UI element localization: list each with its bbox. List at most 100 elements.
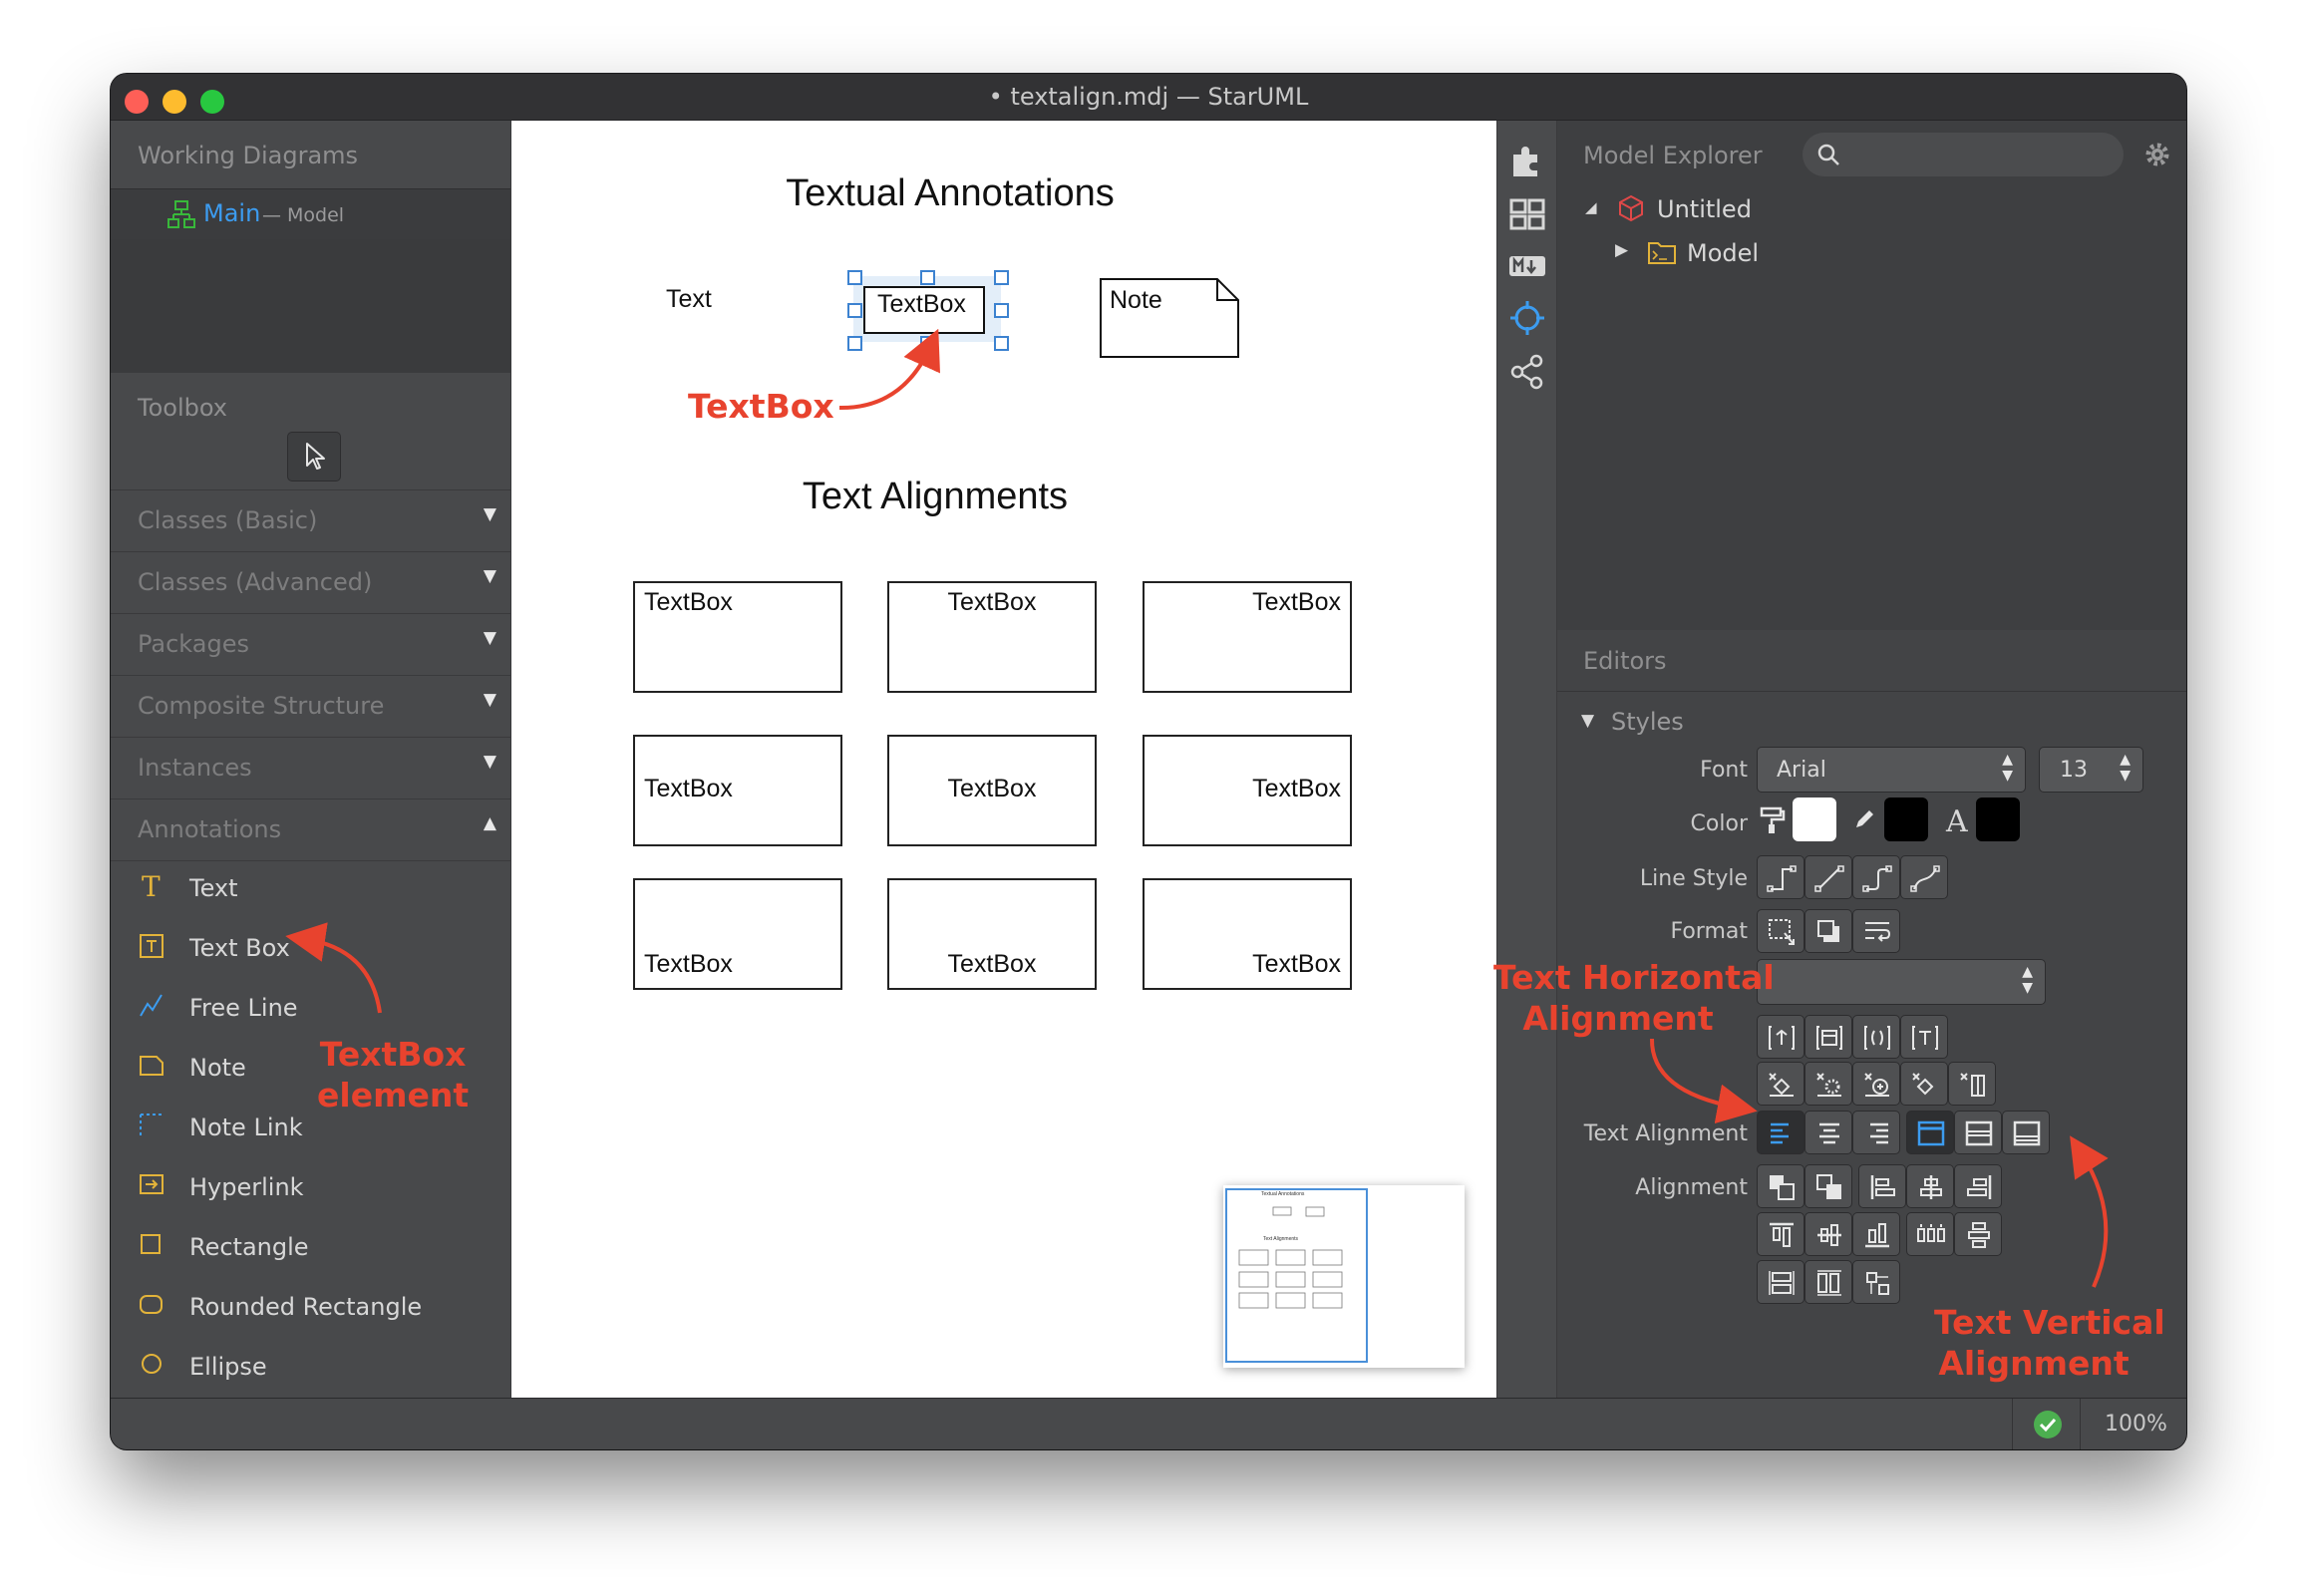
stereotype-label-button[interactable] — [1805, 1015, 1852, 1059]
zoom-level[interactable]: 100% — [2105, 1412, 2167, 1436]
category-label: Classes (Basic) — [138, 506, 318, 534]
set-size-equally-button[interactable] — [1852, 1260, 1900, 1304]
align-middle-vertical-button[interactable] — [1805, 1212, 1852, 1256]
space-equally-horizontal-button[interactable] — [1906, 1212, 1954, 1256]
suppress-operations-button[interactable] — [1805, 1062, 1852, 1106]
font-size-stepper[interactable]: 13 ▲ ▼ — [2039, 747, 2143, 793]
set-width-equally-icon — [1769, 1271, 1795, 1295]
text-align-right-button[interactable] — [1852, 1111, 1900, 1154]
callout-textbox: TextBox — [688, 387, 834, 426]
selection-handle[interactable] — [847, 303, 862, 318]
pointer-tool[interactable] — [287, 432, 341, 481]
toolbox-category-classes-advanced[interactable]: Classes (Advanced) ▼ — [111, 551, 510, 613]
toolbox-category-composite-structure[interactable]: Composite Structure ▼ — [111, 675, 510, 737]
pen-icon — [1856, 810, 1873, 827]
suppress-receptions-button[interactable] — [1852, 1062, 1900, 1106]
textbox-top-center[interactable]: TextBox — [887, 581, 1097, 693]
extensions-icon[interactable] — [1507, 141, 1547, 180]
bring-to-front-button[interactable] — [1757, 1164, 1805, 1208]
selection-handle[interactable] — [994, 270, 1009, 285]
suppress-operations-icon — [1816, 1073, 1841, 1097]
crosshair-icon[interactable] — [1507, 298, 1547, 338]
text-align-left-button[interactable] — [1757, 1111, 1805, 1154]
tree-item-model[interactable]: ▶ Model — [1615, 236, 2014, 272]
font-family-select[interactable]: Arial ▲ ▼ — [1757, 747, 2026, 793]
project-icon — [1619, 194, 1643, 222]
text-align-center-button[interactable] — [1805, 1111, 1852, 1154]
line-style-rounded-button[interactable] — [1852, 855, 1900, 899]
align-right-edges-button[interactable] — [1954, 1164, 2002, 1208]
shadow-button[interactable] — [1805, 909, 1852, 953]
send-to-back-button[interactable] — [1805, 1164, 1852, 1208]
line-style-rectilinear-button[interactable] — [1757, 855, 1805, 899]
diagram-heading-alignments[interactable]: Text Alignments — [511, 476, 1359, 518]
markdown-icon[interactable] — [1507, 246, 1547, 286]
align-center-horizontal-button[interactable] — [1906, 1164, 1954, 1208]
align-bottom-edges-button[interactable] — [1852, 1212, 1900, 1256]
selection-handle[interactable] — [920, 336, 935, 351]
space-equally-vertical-button[interactable] — [1954, 1212, 2002, 1256]
textbox-bottom-center[interactable]: TextBox — [887, 878, 1097, 990]
toolbox-header: Toolbox — [138, 394, 227, 422]
stereotype-decoration-button[interactable] — [1852, 1015, 1900, 1059]
toolbox-category-annotations[interactable]: Annotations ▲ — [111, 798, 510, 861]
gear-icon[interactable] — [2143, 141, 2171, 168]
suppress-literals-button[interactable] — [1900, 1062, 1948, 1106]
stereotype-icon-button[interactable] — [1900, 1015, 1948, 1059]
set-height-equally-button[interactable] — [1805, 1260, 1852, 1304]
set-width-equally-button[interactable] — [1757, 1260, 1805, 1304]
toolbox-category-packages[interactable]: Packages ▼ — [111, 613, 510, 675]
align-left-edges-button[interactable] — [1858, 1164, 1906, 1208]
layout-icon[interactable] — [1507, 194, 1547, 234]
chevron-down-icon: ▼ — [483, 504, 496, 524]
fill-color-swatch[interactable] — [1793, 798, 1836, 841]
line-color-swatch[interactable] — [1884, 798, 1928, 841]
selected-textbox-element[interactable]: TextBox — [847, 270, 1009, 351]
validation-ok-icon[interactable] — [2033, 1410, 2063, 1439]
share-icon[interactable] — [1507, 352, 1547, 392]
textbox-bottom-right[interactable]: TextBox — [1143, 878, 1352, 990]
text-align-top-button[interactable] — [1906, 1111, 1954, 1154]
format-select[interactable]: ▲ ▼ — [1757, 959, 2046, 1005]
suppress-attributes-button[interactable] — [1757, 1062, 1805, 1106]
collapsed-triangle-icon[interactable]: ▶ — [1615, 240, 1628, 260]
selection-handle[interactable] — [994, 303, 1009, 318]
line-style-curve-button[interactable] — [1900, 855, 1948, 899]
align-top-edges-button[interactable] — [1757, 1212, 1805, 1256]
diagram-canvas[interactable]: Textual Annotations Text TextBox Note Te… — [511, 121, 1496, 1398]
select-arrows-icon: ▲ ▼ — [2022, 964, 2033, 996]
working-diagrams-header: Working Diagrams — [138, 142, 359, 169]
textbox-label: TextBox — [1252, 775, 1341, 802]
textbox-middle-right[interactable]: TextBox — [1143, 735, 1352, 846]
word-wrap-button[interactable] — [1852, 909, 1900, 953]
selection-handle[interactable] — [847, 270, 862, 285]
show-compartment-button[interactable] — [1948, 1062, 1996, 1106]
diagram-text-element[interactable]: Text — [666, 285, 712, 314]
explorer-search-input[interactable] — [1803, 133, 2124, 176]
expanded-triangle-icon[interactable]: ◢ — [1585, 198, 1597, 216]
text-align-middle-button[interactable] — [1954, 1111, 2002, 1154]
toolbox-category-classes-basic[interactable]: Classes (Basic) ▼ — [111, 489, 510, 551]
selection-handle[interactable] — [847, 336, 862, 351]
selection-handle[interactable] — [994, 336, 1009, 351]
stereotype-none-button[interactable] — [1757, 1015, 1805, 1059]
textbox-middle-left[interactable]: TextBox — [633, 735, 842, 846]
text-align-bottom-button[interactable] — [2002, 1111, 2050, 1154]
textbox-middle-center[interactable]: TextBox — [887, 735, 1097, 846]
diagram-heading-annotations[interactable]: Textual Annotations — [511, 172, 1389, 215]
working-diagram-item[interactable]: Main — Model — [111, 188, 510, 240]
textbox-label: TextBox — [947, 588, 1037, 616]
textbox-bottom-left[interactable]: TextBox — [633, 878, 842, 990]
toolbox-category-instances[interactable]: Instances ▼ — [111, 737, 510, 798]
note-element[interactable]: Note — [1100, 278, 1239, 358]
textbox-top-left[interactable]: TextBox — [633, 581, 842, 693]
auto-resize-button[interactable] — [1757, 909, 1805, 953]
line-style-oblique-button[interactable] — [1805, 855, 1852, 899]
callout-textbox-element: TextBox element — [317, 1034, 469, 1116]
callout-text-vertical-alignment: Text Vertical Alignment — [1934, 1302, 2165, 1384]
selection-handle[interactable] — [920, 270, 935, 285]
tree-item-untitled[interactable]: ◢ Untitled — [1585, 192, 1984, 228]
textbox-top-right[interactable]: TextBox — [1143, 581, 1352, 693]
diagram-minimap[interactable]: Textual Annotations Text Alignments — [1223, 1185, 1465, 1368]
font-color-swatch[interactable] — [1976, 798, 2020, 841]
